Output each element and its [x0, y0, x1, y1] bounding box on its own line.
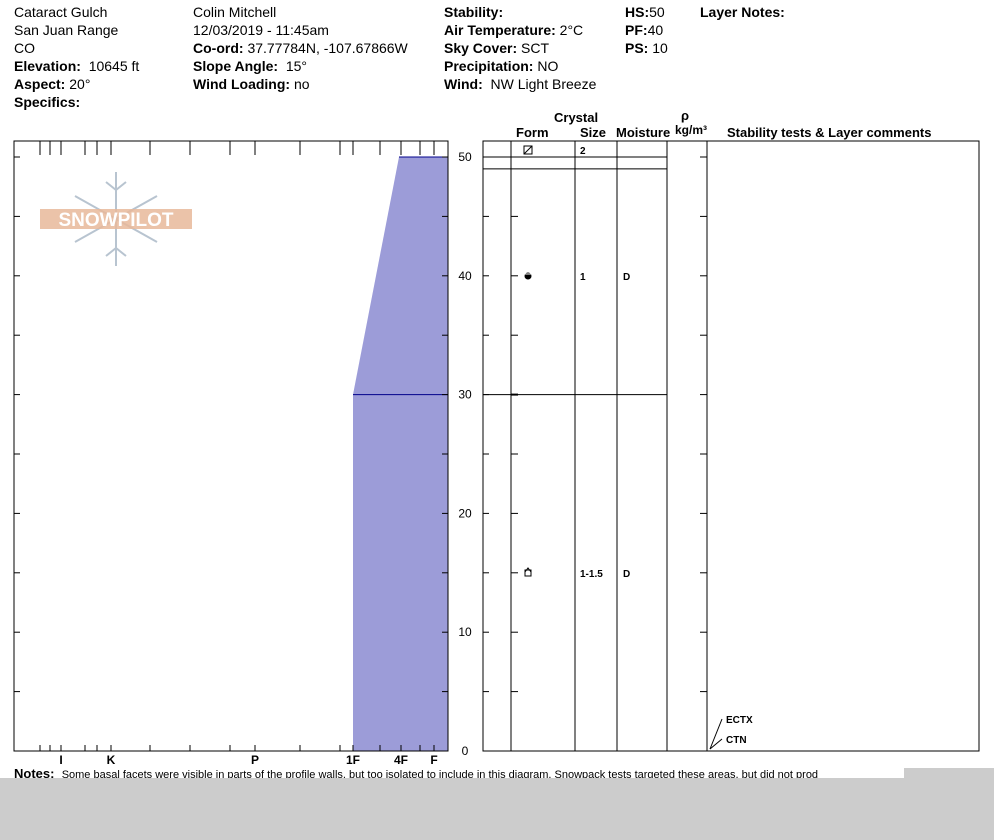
layer-moisture: D [623, 272, 630, 283]
footer-bar [0, 778, 994, 840]
layer-size: 1-1.5 [580, 569, 603, 580]
rounded-grains-icon [524, 272, 532, 280]
snow-profile-chart: SNOWPILOT 0 10 20 30 40 50 I K P 1F 4F F 2 1 D 1-1.5 D E… [13, 140, 980, 767]
hardness-tick-label: I [59, 753, 62, 767]
logo-text: SNOWPILOT [58, 210, 173, 231]
layer-table-frame [482, 140, 980, 752]
hardness-tick-label: K [107, 753, 116, 767]
snowpilot-logo: SNOWPILOT [40, 172, 192, 266]
layer-moisture: D [623, 569, 630, 580]
y-tick-label: 30 [458, 388, 472, 402]
y-tick-label: 50 [458, 150, 472, 164]
y-tick-label: 40 [458, 269, 472, 283]
decomposing-fragments-icon [523, 145, 533, 155]
hardness-tick-label: F [430, 753, 437, 767]
hardness-tick-label: P [251, 753, 259, 767]
hardness-tick-label: 1F [346, 753, 360, 767]
layer-size: 1 [580, 272, 586, 283]
y-tick-label: 20 [458, 506, 472, 520]
faceted-crystals-icon [524, 567, 532, 577]
hardness-tick-label: 4F [394, 753, 408, 767]
stability-test-label: CTN [726, 735, 747, 746]
symbol-slash [523, 145, 533, 155]
hardness-layer [353, 157, 448, 395]
stability-test-label: ECTX [726, 715, 753, 726]
layer-size: 2 [580, 146, 586, 157]
y-tick-label: 0 [462, 744, 469, 758]
y-tick-label: 10 [458, 625, 472, 639]
hardness-layer [353, 394, 448, 751]
